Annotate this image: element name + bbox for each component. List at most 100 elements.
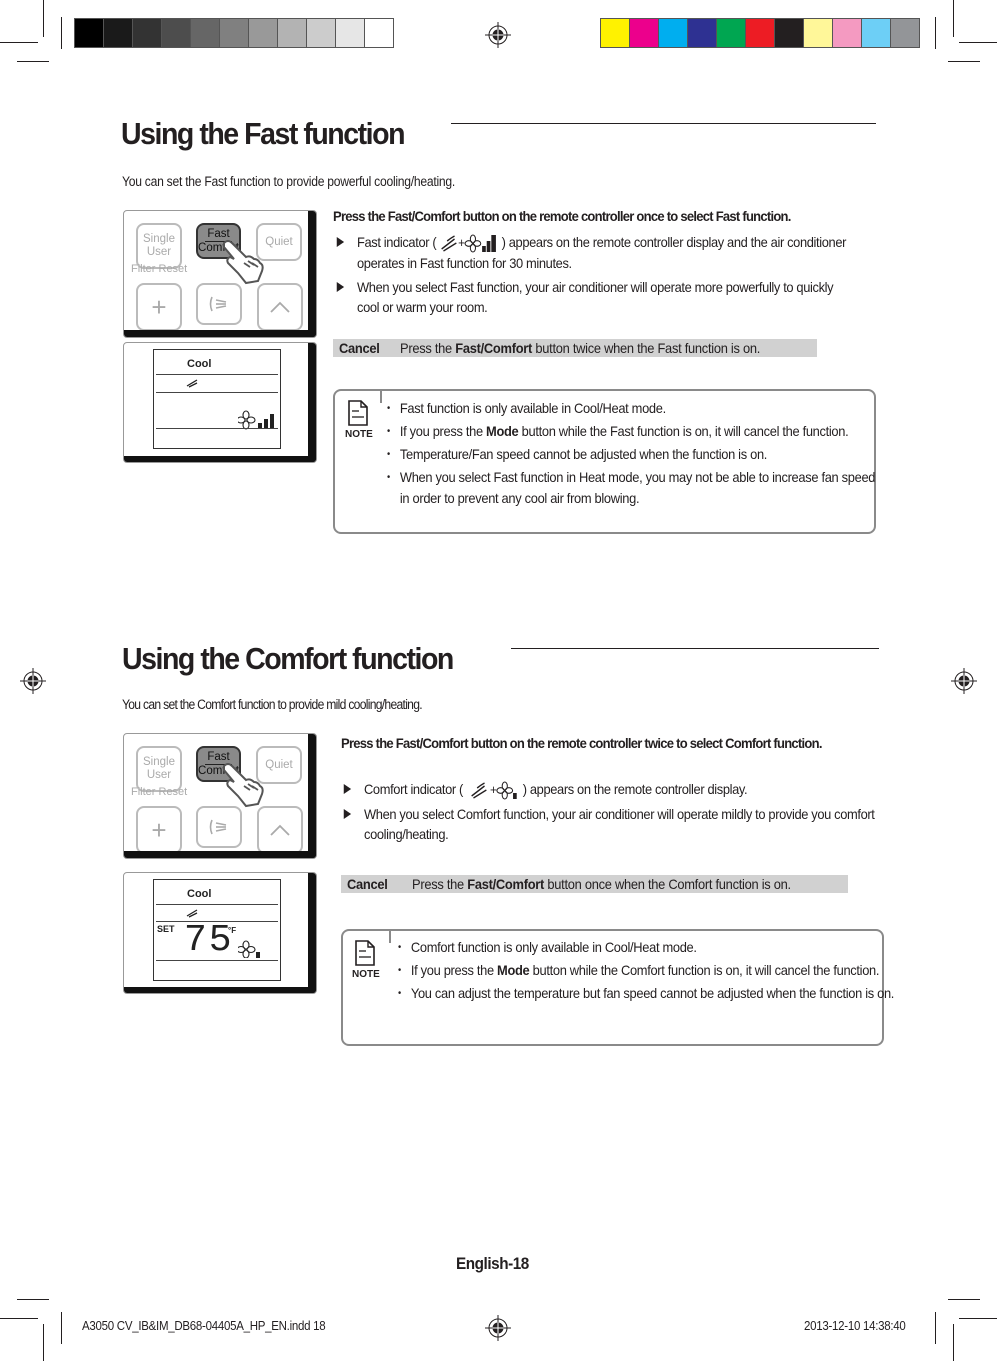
lcd-screen: Cool SET 75 °F — [153, 879, 281, 981]
instruction-bullet: Fast indicator ( + ) appears on the remo… — [336, 232, 854, 273]
triangle-bullet-icon — [336, 237, 345, 247]
up-button-illustration — [257, 283, 303, 331]
note-tick — [380, 389, 382, 403]
panel-shadow — [308, 211, 316, 337]
bullet-text: When you select Fast function, your air … — [357, 279, 834, 315]
note-text: button while the Fast function is on, it… — [518, 423, 849, 439]
button-label: Quiet — [265, 758, 293, 771]
gray-swatch — [249, 19, 277, 47]
swing-button-illustration — [196, 283, 242, 325]
section-intro: You can set the Fast function to provide… — [122, 174, 455, 189]
note-list: Fast function is only available in Cool/… — [387, 398, 927, 511]
gray-swatch — [307, 19, 335, 47]
cancel-text: button twice when the Fast function is o… — [532, 340, 761, 356]
note-item: Fast function is only available in Cool/… — [387, 398, 884, 419]
note-bold-text: Mode — [497, 962, 530, 978]
cancel-text: Press the — [400, 340, 456, 356]
gray-swatch — [75, 19, 103, 47]
title-rule — [451, 123, 876, 124]
panel-shadow — [124, 330, 316, 337]
process-color-bar — [600, 18, 920, 48]
crop-mark — [17, 61, 49, 62]
button-label: Single — [143, 756, 175, 768]
instruction-bullet: When you select Fast function, your air … — [336, 277, 854, 317]
note-tick — [389, 929, 391, 943]
note-text: If you press the — [399, 423, 487, 439]
cancel-message: Press the Fast/Comfort button twice when… — [400, 339, 760, 357]
cancel-button-name: Fast/Comfort — [467, 876, 545, 892]
instruction-lead: Press the Fast/Comfort button on the rem… — [333, 208, 791, 224]
crop-mark — [61, 1312, 62, 1344]
fan-speed-low-icon — [238, 940, 260, 958]
lcd-mode-text: Cool — [187, 888, 212, 900]
grayscale-color-bar — [74, 18, 394, 48]
title-rule — [511, 648, 879, 649]
lcd-divider — [156, 904, 278, 905]
cancel-label: Cancel — [347, 876, 388, 892]
print-slug-date: 2013-12-10 14:38:40 — [804, 1319, 906, 1333]
airflow-icon — [209, 819, 227, 835]
color-swatch — [891, 19, 919, 47]
crop-mark — [948, 61, 980, 62]
filter-reset-label: Filter Reset — [131, 263, 188, 275]
remote-display-illustration: Cool — [123, 342, 317, 463]
color-swatch — [630, 19, 658, 47]
crop-mark — [43, 1324, 44, 1361]
crop-mark — [959, 42, 997, 43]
lcd-unit: °F — [228, 926, 237, 935]
fast-indicator-icon: + — [440, 234, 496, 253]
crop-mark — [953, 0, 954, 37]
crop-mark — [935, 1312, 936, 1344]
cancel-instruction-bar: Cancel Press the Fast/Comfort button onc… — [341, 875, 848, 893]
color-swatch — [746, 19, 774, 47]
svg-text:NOTE: NOTE — [345, 429, 373, 439]
lcd-set-label: SET — [157, 924, 175, 934]
panel-shadow — [124, 456, 316, 462]
note-box: NOTE Fast function is only available in … — [333, 389, 876, 534]
panel-shadow — [308, 734, 316, 858]
crop-mark — [0, 1318, 38, 1319]
section-title: Using the Comfort function — [122, 641, 454, 676]
bullet-text: Fast indicator ( — [357, 234, 437, 250]
bullet-text: When you select Comfort function, your a… — [364, 806, 875, 842]
color-swatch — [601, 19, 629, 47]
note-text: button while the Comfort function is on,… — [529, 962, 880, 978]
button-label: + — [151, 291, 167, 322]
svg-text:+: + — [490, 783, 497, 798]
button-label: Single — [143, 233, 175, 245]
cancel-button-name: Fast/Comfort — [455, 340, 533, 356]
hand-pointer-icon — [223, 240, 264, 285]
lcd-divider — [156, 960, 278, 961]
instruction-bullet: Comfort indicator ( + ) appears on the r… — [343, 779, 861, 800]
crop-mark — [43, 0, 44, 37]
lcd-mode-text: Cool — [187, 358, 212, 370]
plus-button-illustration: + — [136, 283, 182, 331]
note-item: Temperature/Fan speed cannot be adjusted… — [387, 444, 884, 465]
note-text: If you press the — [410, 962, 498, 978]
filter-reset-label: Filter Reset — [131, 786, 188, 798]
up-button-illustration — [257, 806, 303, 854]
panel-shadow — [308, 343, 316, 462]
button-label: Quiet — [265, 235, 293, 248]
gray-swatch — [162, 19, 190, 47]
plus-button-illustration: + — [136, 806, 182, 854]
registration-mark-icon — [20, 668, 46, 694]
note-item: Comfort function is only available in Co… — [398, 937, 895, 958]
lcd-temperature: 75 — [184, 919, 234, 962]
crop-mark — [953, 1324, 954, 1361]
crop-mark — [935, 17, 936, 49]
lcd-divider — [156, 374, 278, 375]
cancel-message: Press the Fast/Comfort button once when … — [412, 875, 791, 893]
remote-buttons-illustration: Single User Fast Comfort Quiet Filter Re… — [123, 210, 317, 338]
note-item: You can adjust the temperature but fan s… — [398, 983, 895, 1004]
cancel-label: Cancel — [339, 340, 380, 356]
note-item: If you press the Mode button while the C… — [398, 960, 895, 981]
gray-swatch — [191, 19, 219, 47]
section-intro: You can set the Comfort function to prov… — [122, 697, 423, 712]
panel-shadow — [308, 873, 316, 993]
remote-buttons-illustration: Single User Fast Comfort Quiet Filter Re… — [123, 733, 317, 859]
color-swatch — [804, 19, 832, 47]
bullet-text: ) appears on the remote controller displ… — [522, 781, 748, 797]
note-bold-text: Mode — [486, 423, 519, 439]
panel-shadow — [124, 851, 316, 858]
